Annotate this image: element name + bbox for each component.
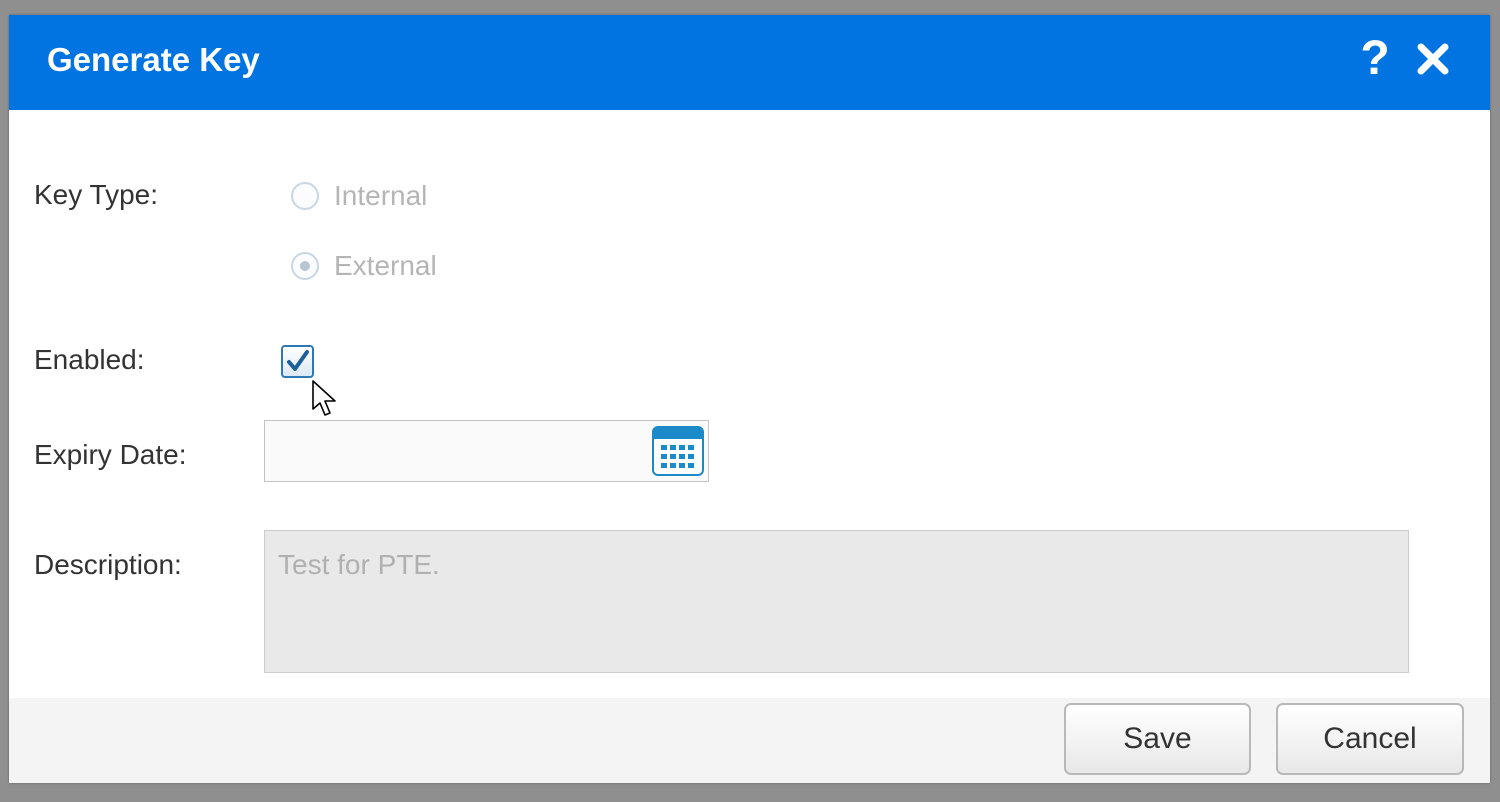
radio-selected-dot bbox=[300, 261, 310, 271]
radio-internal[interactable] bbox=[291, 182, 319, 210]
expiry-date-label: Expiry Date: bbox=[34, 439, 187, 470]
cancel-button[interactable]: Cancel bbox=[1276, 703, 1464, 775]
dialog-titlebar: Generate Key ? bbox=[9, 15, 1490, 110]
dialog-title: Generate Key bbox=[47, 41, 260, 78]
enabled-checkbox[interactable] bbox=[281, 345, 314, 378]
description-label: Description: bbox=[34, 549, 182, 580]
mouse-pointer-icon bbox=[312, 380, 336, 416]
close-icon[interactable] bbox=[1413, 39, 1453, 79]
description-textarea[interactable]: Test for PTE. bbox=[264, 530, 1409, 673]
radio-internal-label[interactable]: Internal bbox=[334, 179, 427, 213]
expiry-date-field bbox=[264, 420, 709, 482]
close-icon-glyph bbox=[1417, 43, 1449, 75]
expiry-date-input[interactable] bbox=[265, 421, 645, 481]
radio-external-label[interactable]: External bbox=[334, 249, 437, 283]
dialog-footer: Save Cancel bbox=[9, 698, 1490, 783]
save-button[interactable]: Save bbox=[1064, 703, 1251, 775]
radio-external[interactable] bbox=[291, 252, 319, 280]
enabled-label: Enabled: bbox=[34, 344, 145, 375]
calendar-icon[interactable] bbox=[652, 426, 704, 476]
help-icon[interactable]: ? bbox=[1353, 33, 1397, 85]
checkmark-icon bbox=[287, 350, 309, 371]
key-type-label: Key Type: bbox=[34, 179, 159, 210]
generate-key-dialog: Generate Key ? Key Type: Internal Extern… bbox=[9, 15, 1490, 783]
calendar-icon-glyph bbox=[652, 426, 704, 476]
